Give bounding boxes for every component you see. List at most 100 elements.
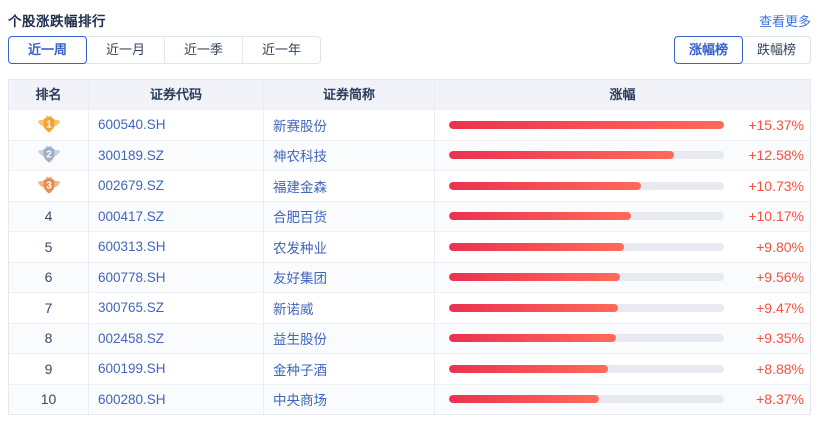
rank-cell: 6 — [9, 262, 89, 292]
column-header-code: 证券代码 — [89, 80, 264, 109]
stock-code-link[interactable]: 600313.SH — [98, 239, 166, 254]
table-row: 1 600540.SH 新赛股份 +15.37% — [9, 109, 810, 140]
stock-name-link[interactable]: 友好集团 — [273, 267, 327, 287]
stock-name-link[interactable]: 新赛股份 — [273, 115, 327, 135]
svg-text:2: 2 — [46, 150, 52, 161]
change-bar-fill — [449, 151, 675, 160]
table-header: 排名 证券代码 证券简称 涨幅 — [9, 80, 810, 109]
change-cell: +10.17% — [435, 202, 810, 232]
name-cell: 神农科技 — [264, 140, 435, 170]
period-tab-3[interactable]: 近一年 — [242, 37, 320, 63]
stock-code-link[interactable]: 600540.SH — [98, 117, 166, 132]
rank-medal-icon: 3 — [37, 175, 60, 194]
rank-number: 10 — [40, 391, 57, 408]
stock-name-link[interactable]: 益生股份 — [273, 328, 327, 348]
table-row: 6 600778.SH 友好集团 +9.56% — [9, 261, 810, 293]
change-percent: +10.73% — [748, 177, 804, 194]
change-percent: +9.35% — [756, 330, 804, 347]
change-cell: +10.73% — [435, 171, 810, 201]
stock-code-link[interactable]: 300765.SZ — [98, 300, 164, 315]
rank-cell: 9 — [9, 354, 89, 384]
name-cell: 益生股份 — [264, 323, 435, 353]
rank-cell: 10 — [9, 384, 89, 414]
stock-code-link[interactable]: 600778.SH — [98, 270, 166, 285]
change-cell: +9.80% — [435, 232, 810, 262]
tabs-row: 近一周 近一月 近一季 近一年 涨幅榜 跌幅榜 — [8, 36, 811, 64]
change-bar-track — [449, 364, 724, 373]
change-bar-fill — [449, 120, 724, 129]
name-cell: 新赛股份 — [264, 110, 435, 140]
code-cell: 002679.SZ — [89, 171, 264, 201]
change-bar-track — [449, 212, 724, 221]
stock-code-link[interactable]: 600199.SH — [98, 361, 166, 376]
change-bar-fill — [449, 303, 619, 312]
change-bar-fill — [449, 395, 599, 404]
stock-code-link[interactable]: 002458.SZ — [98, 331, 164, 346]
change-cell: +9.56% — [435, 263, 810, 293]
table-row: 9 600199.SH 金种子酒 +8.88% — [9, 353, 810, 384]
stock-name-link[interactable]: 中央商场 — [273, 389, 327, 409]
stock-name-link[interactable]: 合肥百货 — [273, 206, 327, 226]
code-cell: 002458.SZ — [89, 323, 264, 353]
rank-cell: 2 — [9, 140, 89, 170]
table-row: 4 000417.SZ 合肥百货 +10.17% — [9, 200, 810, 232]
column-header-rank: 排名 — [9, 80, 89, 109]
change-percent: +15.37% — [748, 116, 804, 133]
table-row: 2 300189.SZ 神农科技 +12.58% — [9, 139, 810, 171]
rank-cell: 8 — [9, 323, 89, 353]
table-row: 5 600313.SH 农发种业 +9.80% — [9, 231, 810, 262]
stock-name-link[interactable]: 金种子酒 — [273, 359, 327, 379]
code-cell: 600313.SH — [89, 232, 264, 262]
stock-name-link[interactable]: 农发种业 — [273, 237, 327, 257]
stock-code-link[interactable]: 000417.SZ — [98, 209, 164, 224]
table-row: 3 002679.SZ 福建金森 +10.73% — [9, 170, 810, 201]
column-header-change: 涨幅 — [609, 87, 636, 102]
column-header-name: 证券简称 — [264, 80, 435, 109]
stock-code-link[interactable]: 600280.SH — [98, 392, 166, 407]
stock-name-link[interactable]: 福建金森 — [273, 176, 327, 196]
period-tab-2[interactable]: 近一季 — [164, 37, 242, 63]
board-tab-1[interactable]: 跌幅榜 — [742, 37, 810, 63]
rank-cell: 3 — [9, 171, 89, 201]
rank-medal-icon: 2 — [37, 145, 60, 163]
change-percent: +9.47% — [756, 299, 804, 316]
change-percent: +10.17% — [748, 208, 804, 225]
change-bar-fill — [449, 334, 617, 343]
change-bar-fill — [449, 364, 608, 373]
rank-number: 5 — [44, 238, 53, 255]
stock-code-link[interactable]: 002679.SZ — [98, 178, 164, 193]
rank-cell: 5 — [9, 232, 89, 262]
name-cell: 新诺威 — [264, 293, 435, 323]
code-cell: 600280.SH — [89, 384, 264, 414]
change-percent: +8.37% — [756, 391, 804, 408]
stock-name-link[interactable]: 新诺威 — [273, 298, 314, 318]
rank-number: 4 — [44, 208, 53, 225]
change-bar-track — [449, 120, 724, 129]
svg-text:1: 1 — [46, 119, 52, 130]
change-bar-track — [449, 334, 724, 343]
change-cell: +8.88% — [435, 354, 810, 384]
view-more-link[interactable]: 查看更多 — [759, 11, 811, 30]
change-bar-fill — [449, 181, 641, 190]
rank-cell: 7 — [9, 293, 89, 323]
stock-rank-panel: 个股涨跌幅排行 查看更多 近一周 近一月 近一季 近一年 涨幅榜 跌幅榜 排名 证券代码… — [0, 11, 819, 415]
change-bar-fill — [449, 212, 631, 221]
change-cell: +9.35% — [435, 324, 810, 354]
period-tab-1[interactable]: 近一月 — [86, 37, 164, 63]
stock-code-link[interactable]: 300189.SZ — [98, 148, 164, 163]
change-cell: +9.47% — [435, 293, 810, 323]
board-tab-0[interactable]: 涨幅榜 — [673, 36, 743, 64]
change-bar-fill — [449, 242, 625, 251]
rank-number: 8 — [44, 330, 53, 347]
svg-text:3: 3 — [46, 180, 52, 191]
period-tab-0[interactable]: 近一周 — [8, 36, 88, 64]
rank-number: 9 — [44, 360, 53, 377]
change-percent: +8.88% — [756, 360, 804, 377]
name-cell: 农发种业 — [264, 232, 435, 262]
change-cell: +15.37% — [435, 110, 810, 140]
change-cell: +12.58% — [435, 141, 810, 171]
change-bar-track — [449, 273, 724, 282]
rank-medal-icon: 1 — [37, 114, 60, 133]
panel-header: 个股涨跌幅排行 查看更多 — [8, 11, 811, 30]
stock-name-link[interactable]: 神农科技 — [273, 145, 327, 165]
